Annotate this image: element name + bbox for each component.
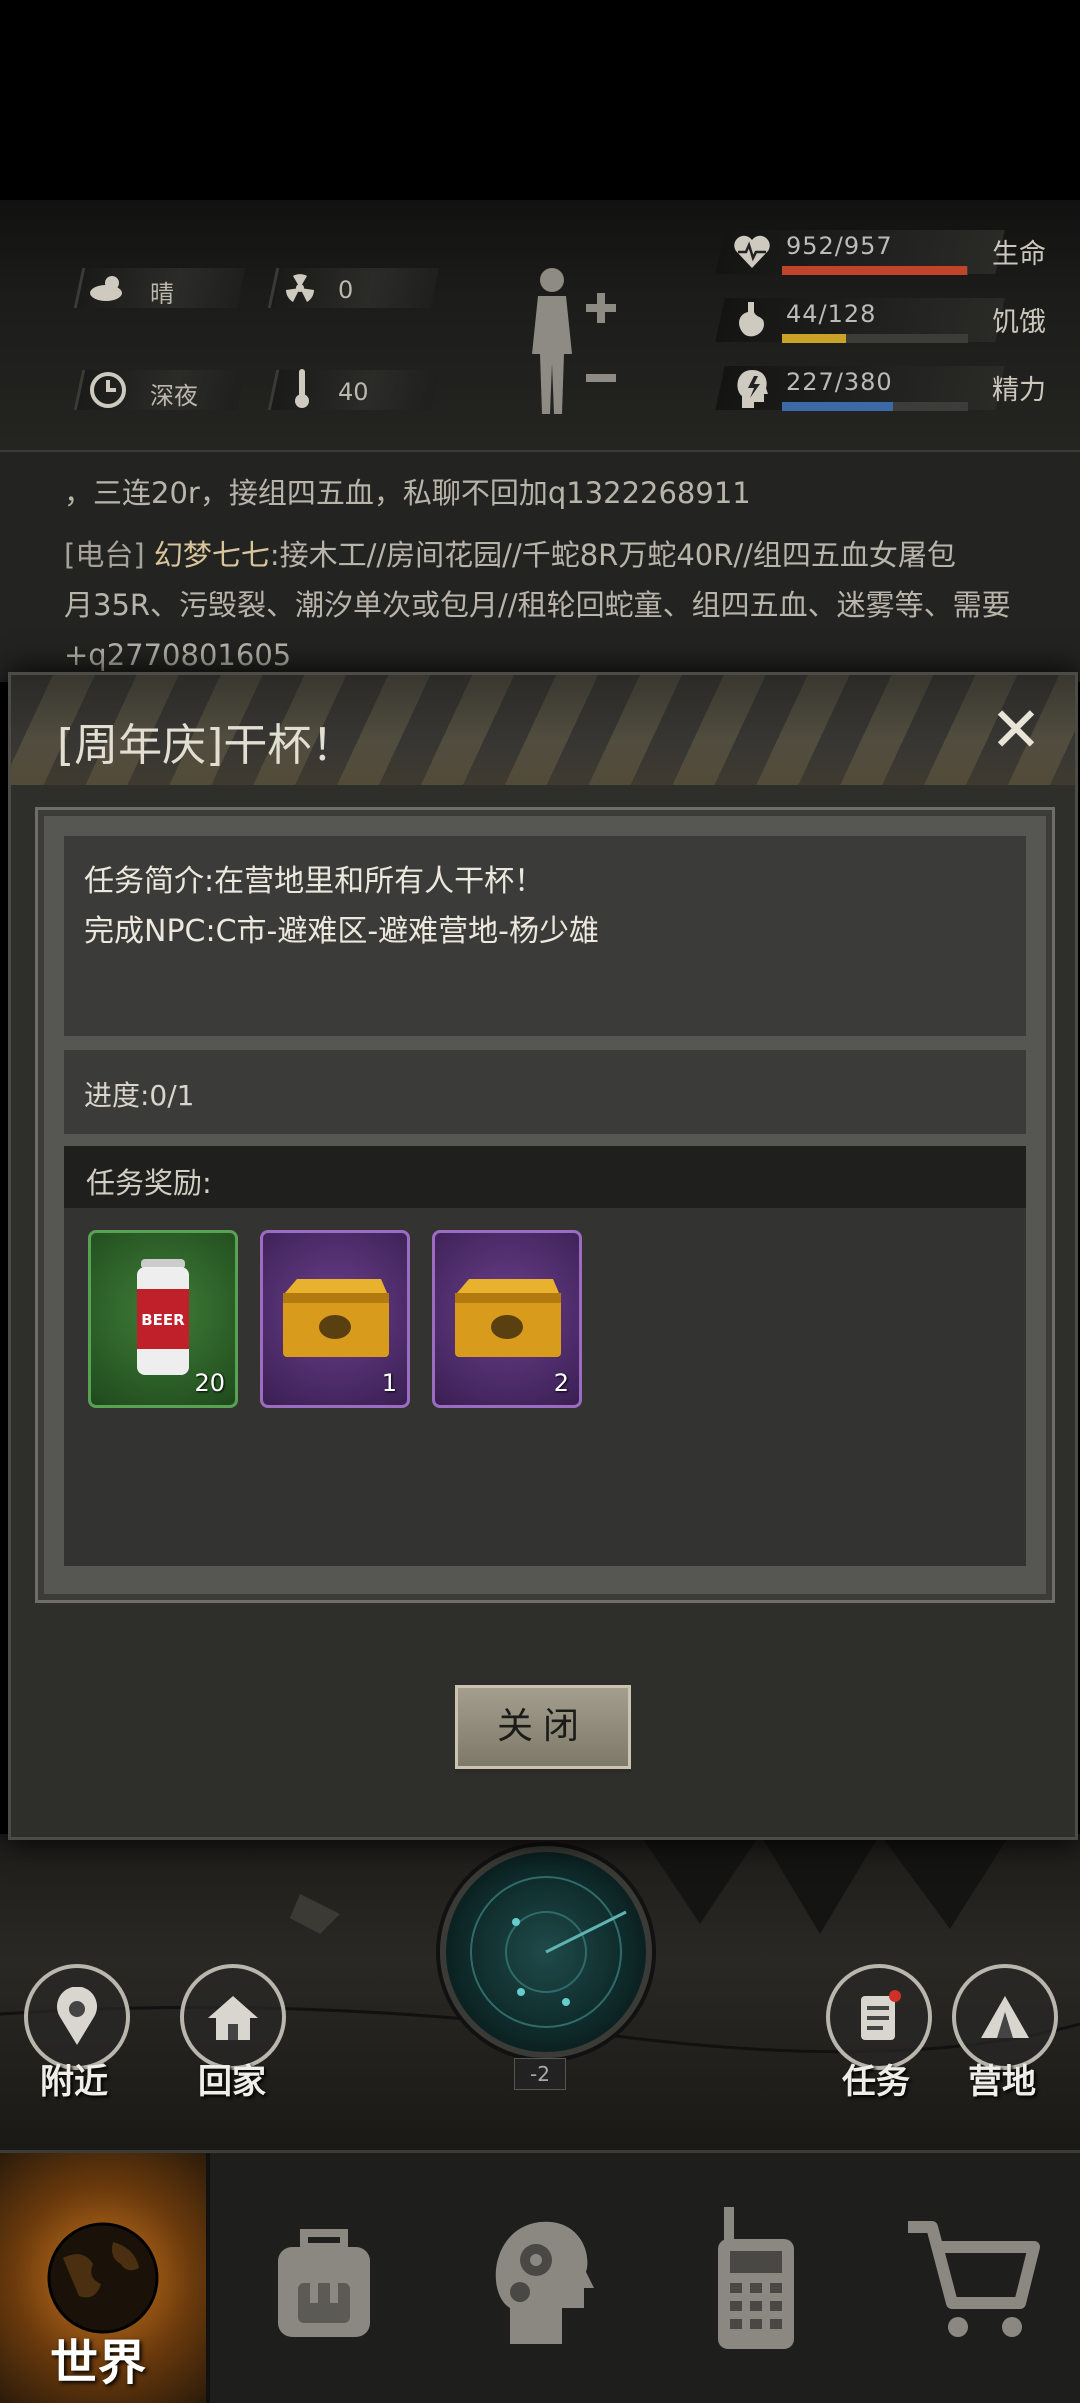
reward-header: 任务奖励: <box>64 1146 1026 1208</box>
clock-icon <box>88 370 128 410</box>
thermometer-icon <box>282 368 322 408</box>
tab-world[interactable]: 世界 <box>0 2153 210 2403</box>
home-button[interactable]: 回家 <box>180 1964 290 2114</box>
walkie-talkie-icon <box>718 2207 794 2349</box>
svg-text:BEER: BEER <box>141 1311 185 1329</box>
camp-label: 营地 <box>968 2062 1036 2102</box>
health-label: 生命 <box>992 239 1046 270</box>
tab-skills[interactable] <box>432 2153 648 2403</box>
energy-head-icon <box>734 366 770 414</box>
radiation-icon <box>280 268 320 308</box>
tab-shop[interactable] <box>864 2153 1080 2403</box>
radar-icon <box>470 1876 627 2028</box>
quest-label: 任务 <box>842 2062 910 2102</box>
weather-label: 晴 <box>150 280 174 308</box>
heart-icon <box>732 232 772 274</box>
hunger-bar <box>782 334 846 343</box>
chat-message: 月35R、污毁裂、潮汐单次或包月//租轮回蛇童、组四五血、迷雾等、需要 <box>64 588 1011 622</box>
reward-count: 2 <box>553 1369 569 1397</box>
quest-dialog: [周年庆]干杯！ ✕ 任务简介:在营地里和所有人干杯！ 完成NPC:C市-避难区… <box>8 672 1078 1840</box>
chat-message: [电台] 幻梦七七:接木工//房间花园//千蛇8R万蛇40R//组四五血女屠包 <box>64 532 956 578</box>
home-label: 回家 <box>198 2062 266 2102</box>
body-status-button[interactable] <box>520 264 620 424</box>
quest-description: 任务简介:在营地里和所有人干杯！ <box>84 864 545 899</box>
quest-info-panel: 任务简介:在营地里和所有人干杯！ 完成NPC:C市-避难区-避难营地-杨少雄 进… <box>35 807 1055 1603</box>
reward-title: 任务奖励: <box>86 1166 212 1200</box>
tab-radio[interactable] <box>648 2153 864 2403</box>
dialog-title: [周年庆]干杯！ <box>57 720 356 771</box>
vital-hunger: 44/128 饥饿 <box>715 298 1070 344</box>
chat-panel[interactable]: ，三连20r，接组四五血，私聊不回加q1322268911 [电台] 幻梦七七:… <box>0 450 1080 682</box>
reward-area: 任务奖励: BEER 20 1 2 <box>64 1146 1026 1566</box>
reward-item-beer[interactable]: BEER 20 <box>88 1230 238 1408</box>
quest-npc: 完成NPC:C市-避难区-避难营地-杨少雄 <box>84 914 600 949</box>
beer-can-icon: BEER <box>137 1259 189 1375</box>
quest-progress-box: 进度:0/1 <box>64 1050 1026 1134</box>
supply-crate-icon <box>283 1279 389 1357</box>
quest-progress: 进度:0/1 <box>84 1079 195 1112</box>
chat-sender[interactable]: 幻梦七七 <box>154 538 270 572</box>
vital-energy: 227/380 精力 <box>715 366 1070 411</box>
close-button[interactable]: 关闭 <box>455 1685 631 1769</box>
energy-label: 精力 <box>992 375 1046 406</box>
reward-count: 20 <box>194 1369 225 1397</box>
backpack-icon <box>278 2229 370 2337</box>
radiation-value: 0 <box>338 276 354 304</box>
health-bar <box>782 266 968 275</box>
reward-item-crate[interactable]: 1 <box>260 1230 410 1408</box>
health-value: 952/957 <box>786 232 893 260</box>
nearby-button[interactable]: 附近 <box>24 1964 134 2114</box>
chat-message: ，三连20r，接组四五血，私聊不回加q1322268911 <box>64 476 751 510</box>
stomach-icon <box>734 300 768 344</box>
globe-icon <box>47 2222 159 2334</box>
cloud-sun-icon <box>88 268 128 308</box>
radar-level: -2 <box>514 2058 566 2090</box>
tab-backpack[interactable] <box>216 2153 432 2403</box>
bottom-tab-bar: 世界 <box>0 2150 1080 2403</box>
chat-channel: [电台] <box>64 538 145 572</box>
radar-button[interactable] <box>440 1846 652 2058</box>
chat-text: :接木工//房间花园//千蛇8R万蛇40R//组四五血女屠包 <box>269 538 956 572</box>
shopping-cart-icon <box>908 2221 1040 2337</box>
hunger-value: 44/128 <box>786 300 877 328</box>
vital-health: 952/957 生命 <box>715 230 1070 275</box>
supply-crate-icon <box>455 1279 561 1357</box>
reward-item-crate[interactable]: 2 <box>432 1230 582 1408</box>
hunger-label: 饥饿 <box>992 307 1046 338</box>
time-label: 深夜 <box>150 382 198 410</box>
close-icon[interactable]: ✕ <box>981 695 1051 765</box>
nearby-label: 附近 <box>40 2062 108 2102</box>
temperature-value: 40 <box>338 378 369 406</box>
quest-description-box: 任务简介:在营地里和所有人干杯！ 完成NPC:C市-避难区-避难营地-杨少雄 <box>64 836 1026 1036</box>
energy-value: 227/380 <box>786 368 893 396</box>
tab-world-label: 世界 <box>50 2335 147 2391</box>
human-body-icon <box>532 268 616 414</box>
reward-count: 1 <box>381 1369 397 1397</box>
energy-bar <box>782 402 894 411</box>
brain-head-icon <box>495 2221 594 2344</box>
quest-button[interactable]: 任务 <box>826 1964 936 2114</box>
camp-button[interactable]: 营地 <box>952 1964 1062 2114</box>
